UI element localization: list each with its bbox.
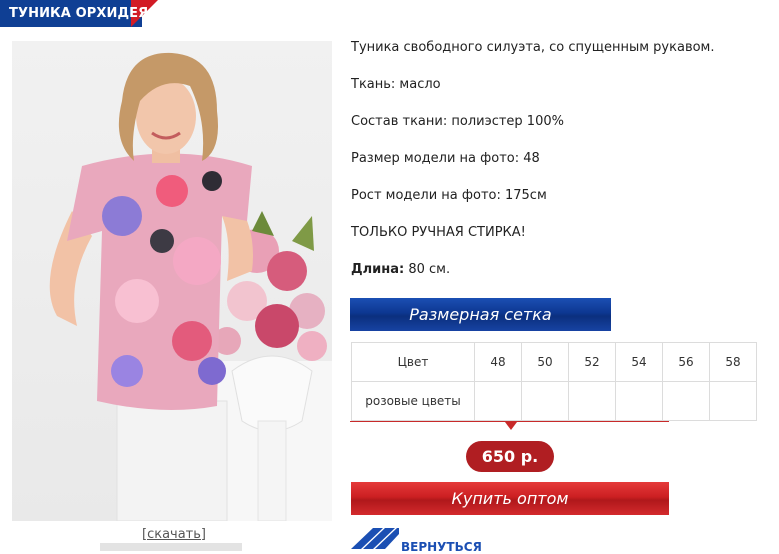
product-description: Туника свободного силуэта, со спущенным … xyxy=(351,39,771,298)
length-line: Длина: 80 см. xyxy=(351,261,771,298)
description-line: Рост модели на фото: 175см xyxy=(351,188,547,203)
table-header-cell: Цвет xyxy=(351,342,475,382)
quantity-cell[interactable] xyxy=(474,381,522,421)
size-chart-button[interactable]: Размерная сетка xyxy=(350,298,611,331)
price-pointer-icon xyxy=(505,422,517,430)
thumbnail-strip[interactable] xyxy=(100,543,242,551)
product-photo-illustration xyxy=(49,52,332,521)
back-link-label: ВЕРНУТЬСЯ xyxy=(401,540,482,554)
table-header-cell: 56 xyxy=(662,342,710,382)
download-link[interactable]: [скачать] xyxy=(142,527,206,542)
description-line: Ткань: масло xyxy=(351,77,441,92)
table-header-cell: 54 xyxy=(615,342,663,382)
quantity-cell[interactable] xyxy=(568,381,616,421)
description-line: Состав ткани: полиэстер 100% xyxy=(351,114,564,129)
table-header-cell: 58 xyxy=(709,342,757,382)
description-line: Размер модели на фото: 48 xyxy=(351,151,540,166)
back-link[interactable]: ВЕРНУТЬСЯ xyxy=(351,524,491,554)
product-title-tab: ТУНИКА ОРХИДЕЯ xyxy=(0,0,160,27)
description-line: ТОЛЬКО РУЧНАЯ СТИРКА! xyxy=(351,225,526,240)
quantity-cell[interactable] xyxy=(709,381,757,421)
page-title: ТУНИКА ОРХИДЕЯ xyxy=(9,6,149,21)
table-header-cell: 52 xyxy=(568,342,616,382)
table-row: розовые цветы xyxy=(351,381,757,421)
price-value: 650 р. xyxy=(481,447,539,466)
length-label: Длина: xyxy=(351,262,405,277)
length-value: 80 см. xyxy=(408,262,451,277)
table-row: Цвет 48 50 52 54 56 58 xyxy=(351,342,757,382)
table-header-cell: 48 xyxy=(474,342,522,382)
size-chart-button-label: Размерная сетка xyxy=(409,305,552,324)
buy-button-label: Купить оптом xyxy=(451,489,569,508)
product-photo[interactable] xyxy=(12,41,332,521)
buy-wholesale-button[interactable]: Купить оптом xyxy=(351,482,669,515)
color-name-cell: розовые цветы xyxy=(351,381,475,421)
size-table: Цвет 48 50 52 54 56 58 розовые цветы xyxy=(351,342,757,421)
description-line: Туника свободного силуэта, со спущенным … xyxy=(351,40,715,55)
price-badge: 650 р. xyxy=(466,441,554,472)
back-arrow-icon xyxy=(351,528,399,549)
quantity-cell[interactable] xyxy=(521,381,569,421)
table-header-cell: 50 xyxy=(521,342,569,382)
quantity-cell[interactable] xyxy=(662,381,710,421)
quantity-cell[interactable] xyxy=(615,381,663,421)
